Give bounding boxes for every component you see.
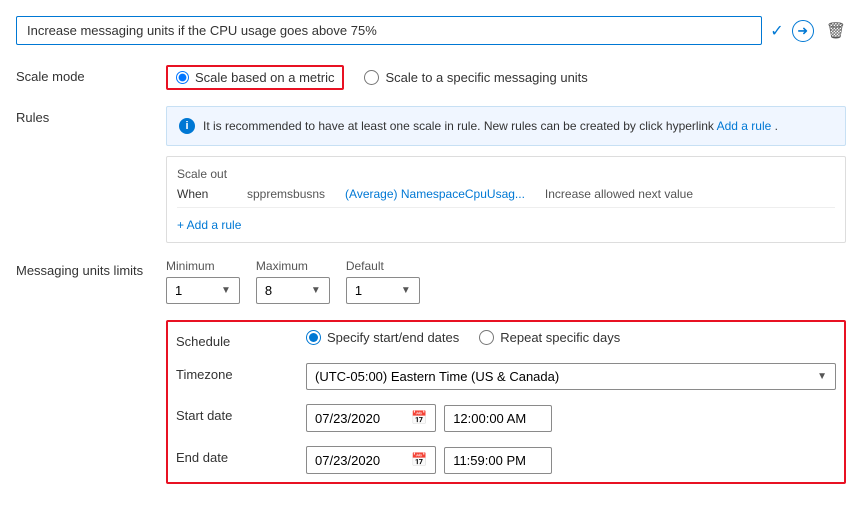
scale-mode-row: Scale mode Scale based on a metric Scale… xyxy=(16,65,846,90)
start-date-label: Start date xyxy=(176,404,306,423)
timezone-content: (UTC-05:00) Eastern Time (US & Canada) (… xyxy=(306,363,836,390)
messaging-units-label: Messaging units limits xyxy=(16,259,166,278)
maximum-group: Maximum 1 2 4 8 16 ▼ xyxy=(256,259,330,304)
maximum-chevron: ▼ xyxy=(311,285,321,296)
scale-mode-content: Scale based on a metric Scale to a speci… xyxy=(166,65,846,90)
end-date-group: 📅 xyxy=(306,446,836,474)
minimum-chevron: ▼ xyxy=(221,285,231,296)
scale-specific-radio[interactable] xyxy=(364,70,379,85)
maximum-select[interactable]: 1 2 4 8 16 xyxy=(265,283,305,298)
scale-mode-label: Scale mode xyxy=(16,65,166,84)
scale-specific-option[interactable]: Scale to a specific messaging units xyxy=(364,70,587,85)
rules-table: Scale out When sppremsbusns (Average) Na… xyxy=(166,156,846,243)
rule-metric[interactable]: (Average) NamespaceCpuUsag... xyxy=(345,187,525,201)
end-date-label: End date xyxy=(176,446,306,465)
schedule-section-content: Schedule Specify start/end dates Repeat … xyxy=(166,320,846,484)
schedule-outer-label xyxy=(16,320,166,324)
end-date-content: 📅 xyxy=(306,446,836,474)
repeat-days-label[interactable]: Repeat specific days xyxy=(500,330,620,345)
limits-row: Minimum 1 2 4 8 ▼ Maximum 1 2 xyxy=(166,259,846,304)
rules-label: Rules xyxy=(16,106,166,125)
scale-out-title: Scale out xyxy=(177,167,835,181)
timezone-row: Timezone (UTC-05:00) Eastern Time (US & … xyxy=(176,363,836,390)
timezone-chevron: ▼ xyxy=(817,371,827,382)
info-text: It is recommended to have at least one s… xyxy=(203,117,778,135)
maximum-select-box[interactable]: 1 2 4 8 16 ▼ xyxy=(256,277,330,304)
rules-table-row: When sppremsbusns (Average) NamespaceCpu… xyxy=(177,187,835,208)
start-time-input-wrap[interactable] xyxy=(444,405,552,432)
schedule-radio-group: Specify start/end dates Repeat specific … xyxy=(306,330,836,345)
scale-metric-radio[interactable] xyxy=(176,71,189,84)
default-select-box[interactable]: 1 2 4 ▼ xyxy=(346,277,420,304)
rules-content: i It is recommended to have at least one… xyxy=(166,106,846,243)
repeat-days-radio[interactable] xyxy=(479,330,494,345)
title-input[interactable] xyxy=(16,16,762,45)
scale-metric-option[interactable]: Scale based on a metric xyxy=(166,65,344,90)
start-date-row: Start date 📅 xyxy=(176,404,836,432)
end-time-input[interactable] xyxy=(453,453,543,468)
specify-dates-label[interactable]: Specify start/end dates xyxy=(327,330,459,345)
end-time-input-wrap[interactable] xyxy=(444,447,552,474)
schedule-label: Schedule xyxy=(176,330,306,349)
start-time-input[interactable] xyxy=(453,411,543,426)
scale-metric-label[interactable]: Scale based on a metric xyxy=(195,70,334,85)
rule-action: Increase allowed next value xyxy=(545,187,693,201)
start-date-content: 📅 xyxy=(306,404,836,432)
rule-resource: sppremsbusns xyxy=(247,187,325,201)
default-chevron: ▼ xyxy=(401,285,411,296)
start-date-input[interactable] xyxy=(315,411,405,426)
check-icon[interactable]: ✓ xyxy=(770,21,783,41)
schedule-content: Specify start/end dates Repeat specific … xyxy=(306,330,836,345)
timezone-select[interactable]: (UTC-05:00) Eastern Time (US & Canada) (… xyxy=(315,369,811,384)
add-rule-link[interactable]: + Add a rule xyxy=(177,218,241,232)
default-select[interactable]: 1 2 4 xyxy=(355,283,395,298)
when-label: When xyxy=(177,187,227,201)
timezone-select-wrap[interactable]: (UTC-05:00) Eastern Time (US & Canada) (… xyxy=(306,363,836,390)
schedule-section: Schedule Specify start/end dates Repeat … xyxy=(166,320,846,484)
specify-dates-radio[interactable] xyxy=(306,330,321,345)
rules-row: Rules i It is recommended to have at lea… xyxy=(16,106,846,243)
scale-specific-label[interactable]: Scale to a specific messaging units xyxy=(385,70,587,85)
timezone-label: Timezone xyxy=(176,363,306,382)
scale-mode-radio-group: Scale based on a metric Scale to a speci… xyxy=(166,65,846,90)
repeat-days-option[interactable]: Repeat specific days xyxy=(479,330,620,345)
end-date-input[interactable] xyxy=(315,453,405,468)
add-rule-link-inline[interactable]: Add a rule xyxy=(717,119,772,133)
schedule-row: Schedule Specify start/end dates Repeat … xyxy=(176,330,836,349)
maximum-label: Maximum xyxy=(256,259,330,273)
default-label: Default xyxy=(346,259,420,273)
messaging-units-content: Minimum 1 2 4 8 ▼ Maximum 1 2 xyxy=(166,259,846,304)
end-date-row: End date 📅 xyxy=(176,446,836,474)
default-group: Default 1 2 4 ▼ xyxy=(346,259,420,304)
minimum-select-box[interactable]: 1 2 4 8 ▼ xyxy=(166,277,240,304)
start-date-input-wrap[interactable]: 📅 xyxy=(306,404,436,432)
start-date-cal-icon[interactable]: 📅 xyxy=(411,410,427,426)
trash-icon[interactable]: 🗑 xyxy=(826,21,846,41)
minimum-label: Minimum xyxy=(166,259,240,273)
minimum-select[interactable]: 1 2 4 8 xyxy=(175,283,215,298)
info-box: i It is recommended to have at least one… xyxy=(166,106,846,146)
minimum-group: Minimum 1 2 4 8 ▼ xyxy=(166,259,240,304)
start-date-group: 📅 xyxy=(306,404,836,432)
schedule-section-row: Schedule Specify start/end dates Repeat … xyxy=(16,320,846,484)
arrow-icon[interactable]: ➜ xyxy=(792,20,814,42)
specify-dates-option[interactable]: Specify start/end dates xyxy=(306,330,459,345)
messaging-units-row: Messaging units limits Minimum 1 2 4 8 ▼… xyxy=(16,259,846,304)
end-date-input-wrap[interactable]: 📅 xyxy=(306,446,436,474)
end-date-cal-icon[interactable]: 📅 xyxy=(411,452,427,468)
info-icon: i xyxy=(179,118,195,134)
top-bar: ✓ ➜ 🗑 xyxy=(16,16,846,45)
